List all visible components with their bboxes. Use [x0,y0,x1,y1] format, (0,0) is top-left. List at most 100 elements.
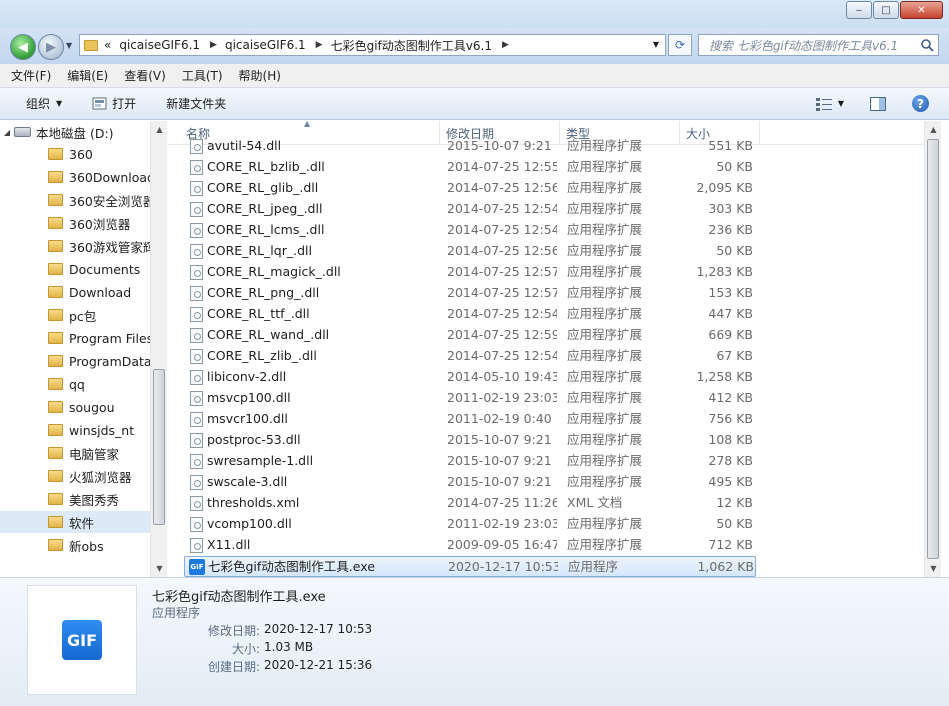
menu-tools[interactable]: 工具(T) [182,67,223,84]
file-row[interactable]: CORE_RL_wand_.dll 2014-07-25 12:59 应用程序扩展 6… [184,325,756,346]
tree-item-folder[interactable]: 360游戏管家辉 [0,235,151,257]
expanded-arrow-icon[interactable]: ◢ [0,128,14,137]
folder-icon [48,401,63,413]
tree-item-folder[interactable]: pc包 [0,304,151,326]
tree-item-folder[interactable]: Documents [0,258,151,280]
file-row[interactable]: CORE_RL_magick_.dll 2014-07-25 12:57 应用程序扩… [184,262,756,283]
file-row[interactable]: CORE_RL_lcms_.dll 2014-07-25 12:54 应用程序扩展 2… [184,220,756,241]
file-type: 应用程序扩展 [567,138,643,153]
scroll-down-icon[interactable]: ▼ [151,560,168,577]
scrollbar-thumb[interactable] [927,139,939,559]
details-value[interactable]: 2020-12-21 15:36 [264,658,372,675]
help-icon[interactable]: ? [912,95,929,112]
file-row[interactable]: CORE_RL_zlib_.dll 2014-07-25 12:54 应用程序扩展 6… [184,346,756,367]
view-options-dropdown-icon[interactable]: ▼ [838,99,844,108]
file-row[interactable]: thresholds.xml 2014-07-25 11:26 XML 文档 12 K… [184,493,756,514]
chevron-right-icon[interactable]: ▶ [210,40,217,50]
tree-item-folder[interactable]: sougou [0,396,151,418]
file-name: 七彩色gif动态图制作工具.exe [208,559,375,574]
scrollbar-thumb[interactable] [153,369,165,525]
file-icon [190,412,203,427]
scroll-up-icon[interactable]: ▲ [151,121,168,138]
back-button[interactable]: ◀ [10,34,36,60]
search-input[interactable]: 搜索 七彩色gif动态图制作工具v6.1 [698,34,939,56]
tree-item-folder[interactable]: 电脑管家 [0,442,151,464]
folder-icon [48,539,63,551]
tree-item-folder[interactable]: ProgramData [0,350,151,372]
tree-item-drive[interactable]: ◢ 本地磁盘 (D:) [0,121,151,143]
file-row[interactable]: CORE_RL_jpeg_.dll 2014-07-25 12:54 应用程序扩展 3… [184,199,756,220]
tree-item-folder[interactable]: Download [0,281,151,303]
menu-help[interactable]: 帮助(H) [239,67,281,84]
file-list-scrollbar[interactable]: ▲ ▼ [924,121,941,577]
file-row[interactable]: avutil-54.dll 2015-10-07 9:21 应用程序扩展 551 KB [184,136,756,157]
new-folder-button[interactable]: 新建文件夹 [166,95,226,112]
open-button[interactable]: 打开 [92,95,136,112]
tree-item-folder[interactable]: 360 [0,143,151,165]
tree-item-folder[interactable]: 新obs [0,534,151,556]
breadcrumb-item[interactable]: qicaiseGIF6.1 ▶ [225,38,323,52]
tree-item-folder[interactable]: 360浏览器 [0,212,151,234]
file-row[interactable]: swscale-3.dll 2015-10-07 9:21 应用程序扩展 495 KB [184,472,756,493]
address-dropdown-icon[interactable]: ▼ [653,40,659,49]
menu-edit[interactable]: 编辑(E) [67,67,108,84]
details-size: 大小: 1.03 MB [160,640,560,657]
search-placeholder: 搜索 七彩色gif动态图制作工具v6.1 [709,38,899,53]
chevron-right-icon[interactable]: ▶ [502,40,509,50]
file-row[interactable]: postproc-53.dll 2015-10-07 9:21 应用程序扩展 108 … [184,430,756,451]
file-row[interactable]: msvcp100.dll 2011-02-19 23:03 应用程序扩展 412 KB [184,388,756,409]
preview-pane-icon[interactable] [870,96,886,111]
file-name: CORE_RL_lqr_.dll [207,243,312,258]
organize-button[interactable]: 组织 ▼ [26,95,62,112]
breadcrumb-overflow[interactable]: « [104,38,111,52]
recent-pages-dropdown[interactable]: ▼ [66,41,72,50]
file-row[interactable]: vcomp100.dll 2011-02-19 23:03 应用程序扩展 50 KB [184,514,756,535]
close-button[interactable]: ✕ [900,1,943,19]
navigation-scrollbar[interactable]: ▲ ▼ [150,121,167,577]
tree-item-folder[interactable]: winsjds_nt [0,419,151,441]
file-row[interactable]: CORE_RL_glib_.dll 2014-07-25 12:56 应用程序扩展 2… [184,178,756,199]
tree-item-folder[interactable]: 软件 [0,511,151,533]
details-value[interactable]: 2020-12-17 10:53 [264,622,372,639]
chevron-right-icon[interactable]: ▶ [316,40,323,50]
file-row[interactable]: msvcr100.dll 2011-02-19 0:40 应用程序扩展 756 KB [184,409,756,430]
details-created: 创建日期: 2020-12-21 15:36 [160,658,560,675]
organize-label: 组织 [26,97,51,111]
file-row[interactable]: CORE_RL_lqr_.dll 2014-07-25 12:56 应用程序扩展 50… [184,241,756,262]
tree-item-label: 360Download [69,169,151,185]
file-name: msvcp100.dll [207,390,291,405]
file-type: 应用程序扩展 [567,369,643,384]
menu-view[interactable]: 查看(V) [124,67,166,84]
file-row[interactable]: CORE_RL_bzlib_.dll 2014-07-25 12:55 应用程序扩展… [184,157,756,178]
file-row[interactable]: GIF 七彩色gif动态图制作工具.exe 2020-12-17 10:53 应用程序… [184,556,756,577]
breadcrumb-item[interactable]: qicaiseGIF6.1 ▶ [119,38,217,52]
tree-item-folder[interactable]: 360安全浏览器 [0,189,151,211]
tree-item-folder[interactable]: 火狐浏览器 [0,465,151,487]
file-icon [190,454,203,469]
file-row[interactable]: CORE_RL_ttf_.dll 2014-07-25 12:54 应用程序扩展 44… [184,304,756,325]
search-icon[interactable] [920,38,934,52]
refresh-button[interactable]: ⟳ [668,34,692,56]
scroll-down-icon[interactable]: ▼ [925,560,942,577]
sort-ascending-icon: ▲ [304,121,311,128]
file-row[interactable]: CORE_RL_png_.dll 2014-07-25 12:57 应用程序扩展 15… [184,283,756,304]
file-row[interactable]: libiconv-2.dll 2014-05-10 19:43 应用程序扩展 1,25… [184,367,756,388]
maximize-button[interactable]: □ [873,1,899,19]
menu-file[interactable]: 文件(F) [11,67,51,84]
scroll-up-icon[interactable]: ▲ [925,121,942,138]
tree-item-folder[interactable]: qq [0,373,151,395]
breadcrumb-item[interactable]: 七彩色gif动态图制作工具v6.1 ▶ [331,37,509,54]
file-icon [190,307,203,322]
minimize-button[interactable]: ‒ [846,1,872,19]
file-size: 50 KB [716,243,753,258]
tree-item-folder[interactable]: 360Download [0,166,151,188]
tree-item-folder[interactable]: Program Files [0,327,151,349]
file-row[interactable]: swresample-1.dll 2015-10-07 9:21 应用程序扩展 278… [184,451,756,472]
file-size: 756 KB [708,411,753,426]
file-size: 551 KB [708,138,753,153]
address-bar[interactable]: « qicaiseGIF6.1 ▶ qicaiseGIF6.1 ▶ 七彩色gif动态… [79,34,666,56]
file-row[interactable]: X11.dll 2009-09-05 16:47 应用程序扩展 712 KB [184,535,756,556]
tree-item-folder[interactable]: 美图秀秀 [0,488,151,510]
view-details-icon[interactable] [815,97,832,111]
forward-button[interactable]: ▶ [38,34,64,60]
